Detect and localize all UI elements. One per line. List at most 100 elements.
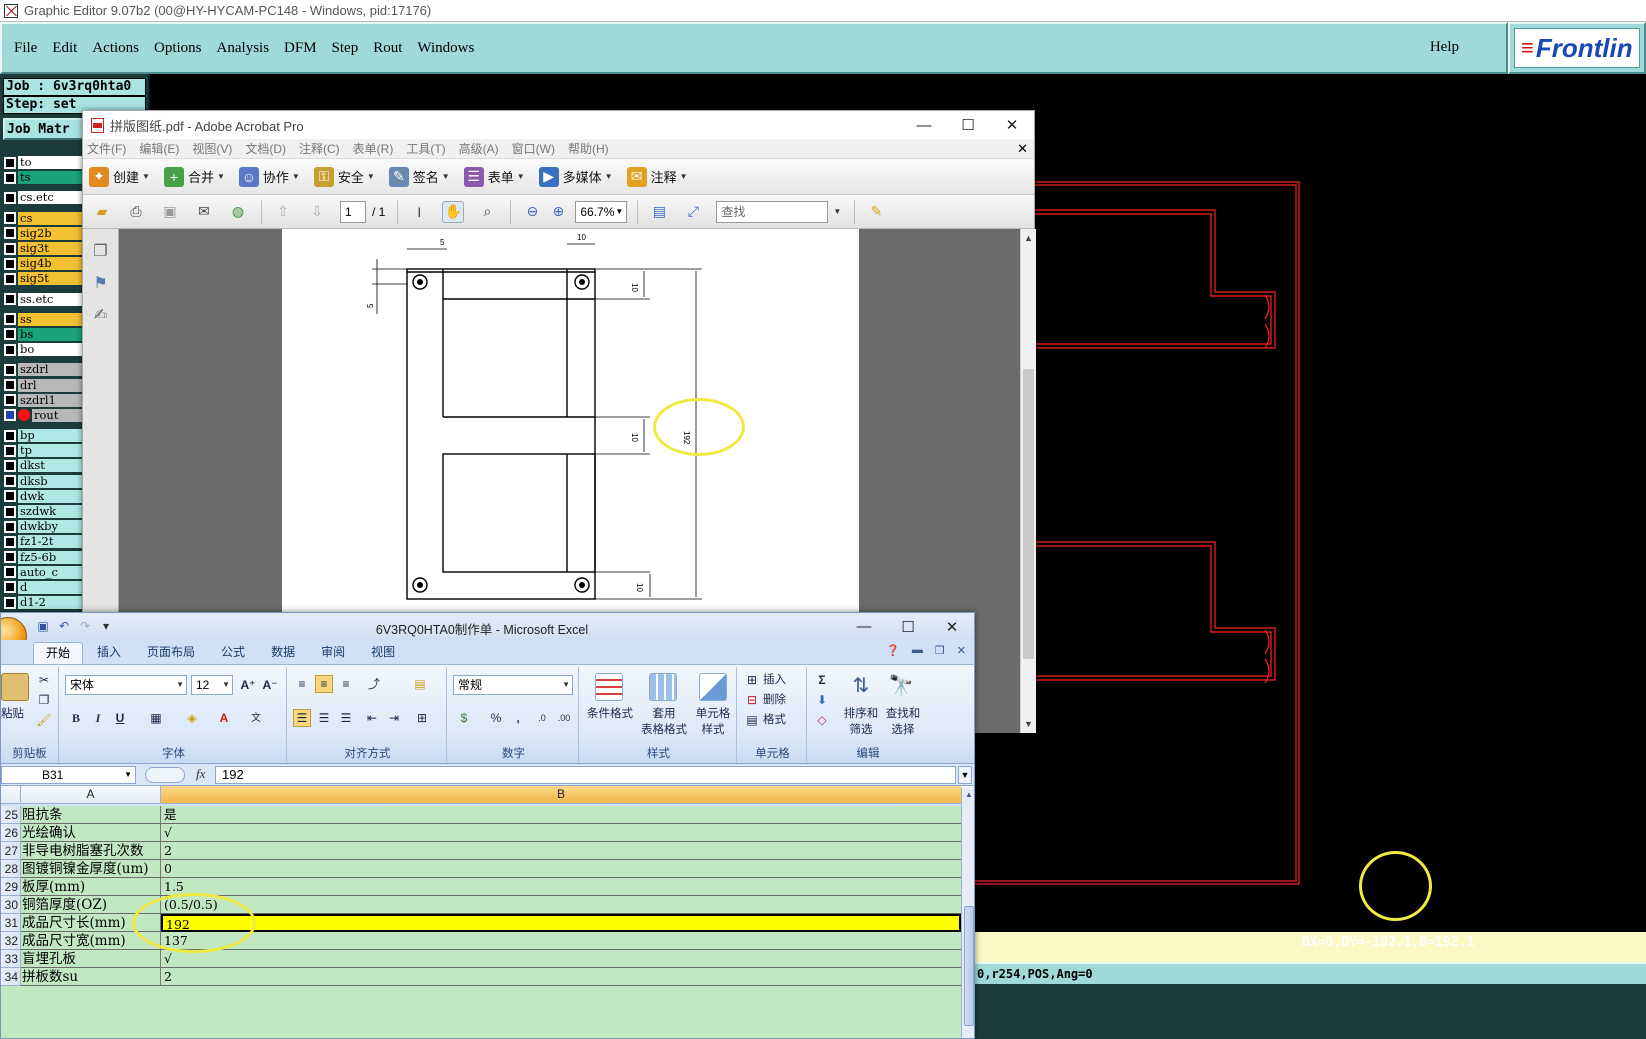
layer-visibility-checkbox[interactable] (4, 313, 16, 326)
menu-analysis[interactable]: Analysis (217, 40, 270, 57)
name-box[interactable]: B31 ▼ (1, 766, 136, 784)
acrobat-tool-button[interactable]: ✦ 创建 ▼ (89, 166, 150, 187)
decrease-decimal-icon[interactable]: .00 (555, 709, 573, 727)
decrease-indent-icon[interactable]: ⇤ (363, 709, 381, 727)
page-number-input[interactable]: 1 (340, 200, 366, 223)
next-page-icon[interactable]: ⇩ (306, 201, 328, 223)
layer-row[interactable]: auto_c (4, 565, 84, 580)
layer-visibility-checkbox[interactable] (4, 475, 16, 488)
acrobat-tool-button[interactable]: ✉ 注释 ▼ (626, 166, 688, 187)
paste-button[interactable]: 粘贴 (1, 707, 24, 722)
orientation-icon[interactable]: ⤴ (365, 675, 383, 693)
layer-name[interactable]: szdwk (18, 505, 84, 519)
layer-row[interactable]: ss (4, 312, 84, 327)
cell-b[interactable]: 137 (161, 932, 961, 950)
layer-visibility-checkbox[interactable] (4, 171, 16, 184)
tab-formulas[interactable]: 公式 (209, 642, 257, 664)
layer-name[interactable]: sig2b (18, 226, 84, 240)
layer-name[interactable]: sig3t (18, 242, 84, 256)
accounting-format-icon[interactable]: $ (455, 709, 473, 727)
layer-name[interactable]: bs (18, 327, 84, 341)
layer-row[interactable]: dksb (4, 474, 84, 489)
paste-icon[interactable] (1, 673, 29, 701)
font-size-select[interactable]: 12 ▼ (191, 675, 233, 695)
layer-name[interactable]: fz5-6b (18, 550, 84, 564)
scroll-thumb[interactable] (964, 906, 974, 1026)
layer-row[interactable]: sig4b (4, 256, 84, 271)
increase-decimal-icon[interactable]: .0 (533, 709, 551, 727)
cell-b[interactable]: 0 (161, 860, 961, 878)
layer-row[interactable]: fz1-2t (4, 534, 84, 549)
layer-row[interactable]: tp (4, 443, 84, 458)
acrobat-tool-button[interactable]: ▶ 多媒体 ▼ (538, 166, 613, 187)
row-header[interactable]: 27 (1, 842, 21, 860)
close-icon[interactable]: ✕ (990, 111, 1034, 139)
scroll-thumb[interactable] (1023, 369, 1034, 659)
acrobat-menu-tools[interactable]: 工具(T) (406, 140, 445, 157)
layer-visibility-checkbox[interactable] (4, 394, 16, 407)
conditional-format-icon[interactable] (595, 673, 623, 701)
select-text-icon[interactable]: I (408, 201, 430, 223)
acrobat-tool-button[interactable]: ☰ 表单 ▼ (463, 166, 525, 187)
layer-visibility-checkbox[interactable] (4, 272, 16, 285)
find-select-label-1[interactable]: 查找和 (881, 707, 925, 722)
tab-view[interactable]: 视图 (359, 642, 407, 664)
layer-row[interactable]: szdrl1 (4, 393, 84, 408)
layer-name[interactable]: bo (18, 343, 84, 357)
cell-b[interactable]: √ (161, 824, 961, 842)
layer-visibility-checkbox[interactable] (4, 293, 16, 306)
acrobat-menu-forms[interactable]: 表单(R) (353, 140, 394, 157)
layer-visibility-checkbox[interactable] (4, 409, 16, 422)
layer-row[interactable]: dwkby (4, 519, 84, 534)
fill-color-icon[interactable]: ◈ (183, 709, 201, 727)
zoom-tool-icon[interactable]: ⌕ (476, 201, 498, 223)
font-color-icon[interactable]: A (215, 709, 233, 727)
row-header[interactable]: 29 (1, 878, 21, 896)
row-header[interactable]: 32 (1, 932, 21, 950)
layer-row[interactable]: drl (4, 377, 84, 392)
tab-review[interactable]: 审阅 (309, 642, 357, 664)
select-all-corner[interactable] (1, 786, 21, 803)
prev-page-icon[interactable]: ⇧ (272, 201, 294, 223)
format-cells-button[interactable]: 格式 (763, 713, 786, 728)
find-input[interactable]: 查找 ▼ (716, 200, 841, 223)
cell-a[interactable]: 拼板数su (21, 968, 161, 986)
menu-edit[interactable]: Edit (52, 40, 77, 57)
help-icon[interactable]: ❓ (886, 644, 900, 657)
layer-name[interactable]: d1-2 (18, 596, 84, 610)
cell-a[interactable]: 成品尺寸长(mm) (21, 914, 161, 932)
signatures-panel-icon[interactable]: ✍ (91, 305, 111, 325)
layer-name[interactable]: cs (18, 211, 84, 225)
align-left-icon[interactable]: ☰ (293, 709, 311, 727)
layer-name[interactable]: to (18, 156, 84, 170)
number-format-select[interactable]: 常规 ▼ (453, 675, 573, 695)
layer-name[interactable]: sig5t (18, 272, 84, 286)
layer-row[interactable]: sig3t (4, 241, 84, 256)
align-center-icon[interactable]: ☰ (315, 709, 333, 727)
cell-b[interactable]: 1.5 (161, 878, 961, 896)
acrobat-tool-button[interactable]: ✎ 签名 ▼ (388, 166, 450, 187)
layer-row[interactable]: ts (4, 170, 84, 185)
format-as-table-label-2[interactable]: 表格格式 (635, 723, 693, 738)
acrobat-menu-file[interactable]: 文件(F) (87, 140, 126, 157)
layer-visibility-checkbox[interactable] (4, 596, 16, 609)
cell-a[interactable]: 非导电树脂塞孔次数 (21, 842, 161, 860)
find-select-label-2[interactable]: 选择 (881, 723, 925, 738)
zoom-level-select[interactable]: 66.7% ▼ (575, 200, 628, 223)
row-header[interactable]: 25 (1, 806, 21, 824)
align-right-icon[interactable]: ☰ (337, 709, 355, 727)
menu-options[interactable]: Options (154, 40, 202, 57)
layer-row[interactable]: sig2b (4, 226, 84, 241)
cut-icon[interactable]: ✂ (35, 671, 53, 689)
row-header[interactable]: 28 (1, 860, 21, 878)
layer-name[interactable]: dkst (18, 459, 84, 473)
layer-name[interactable]: szdrl1 (18, 393, 84, 407)
restore-icon[interactable]: ❐ (935, 644, 945, 657)
acrobat-vertical-scrollbar[interactable]: ▲ ▼ (1020, 229, 1036, 733)
insert-function-icon[interactable]: fx (142, 766, 212, 784)
layer-row[interactable]: fz5-6b (4, 550, 84, 565)
cell-a[interactable]: 阻抗条 (21, 806, 161, 824)
layer-visibility-checkbox[interactable] (4, 551, 16, 564)
sort-filter-label-1[interactable]: 排序和 (839, 707, 883, 722)
layer-row[interactable]: bs (4, 327, 84, 342)
